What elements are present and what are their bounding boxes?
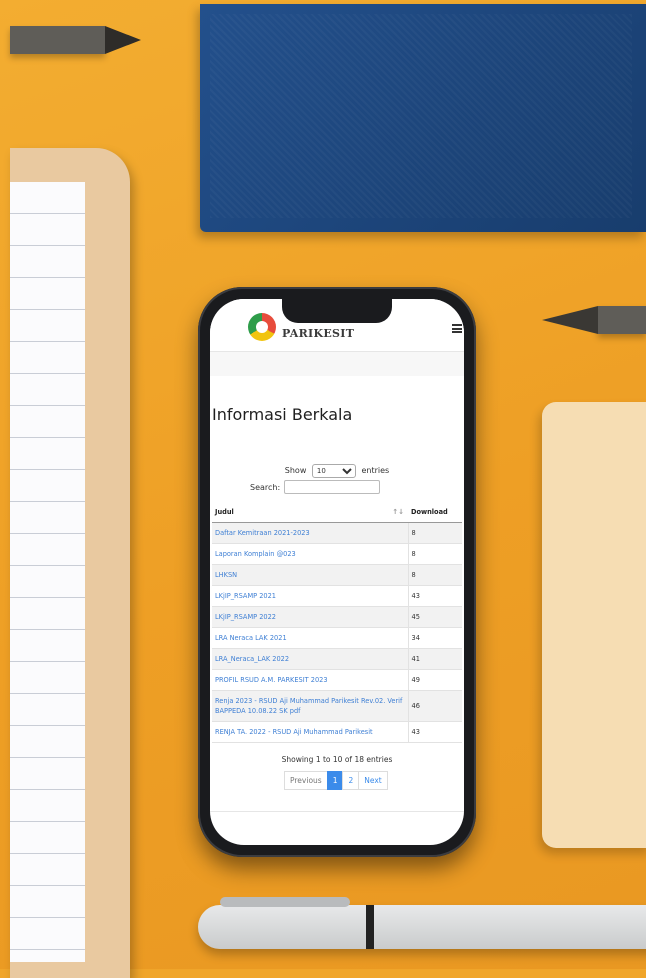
table-length-control: Show 10 entries <box>210 464 464 478</box>
table-row: LRA Neraca LAK 2021 34 <box>212 627 462 649</box>
next-button[interactable]: Next <box>358 771 388 790</box>
document-link[interactable]: Laporan Komplain @023 <box>212 543 409 565</box>
download-count: 45 <box>408 606 462 628</box>
lined-paper <box>10 182 85 962</box>
previous-button[interactable]: Previous <box>284 771 328 790</box>
download-count: 46 <box>408 690 462 722</box>
notepad <box>542 402 646 848</box>
table-row: PROFIL RSUD A.M. PARKESIT 2023 49 <box>212 669 462 691</box>
document-link[interactable]: LKjIP_RSAMP 2022 <box>212 606 409 628</box>
download-count: 43 <box>408 721 462 743</box>
column-header-download[interactable]: Download <box>408 502 462 523</box>
document-link[interactable]: LRA Neraca LAK 2021 <box>212 627 409 649</box>
pencil-top-left <box>10 26 141 54</box>
download-count: 8 <box>408 522 462 544</box>
document-link[interactable]: Daftar Kemitraan 2021-2023 <box>212 522 409 544</box>
phone-notch <box>282 299 392 323</box>
smartphone: PARIKESIT Informasi Berkala Show 10 entr… <box>198 287 476 857</box>
documents-table: Judul ↑↓ Download Daftar Kemitraan 2021-… <box>212 502 462 743</box>
entries-label: entries <box>361 466 390 475</box>
page-1-button[interactable]: 1 <box>326 771 344 790</box>
pen <box>198 897 646 949</box>
hamburger-menu-icon[interactable] <box>452 324 462 333</box>
table-row: Renja 2023 - RSUD Aji Muhammad Parikesit… <box>212 690 462 722</box>
logo-text[interactable]: PARIKESIT <box>282 327 354 340</box>
download-count: 41 <box>408 648 462 670</box>
document-link[interactable]: RENJA TA. 2022 - RSUD Aji Muhammad Parik… <box>212 721 409 743</box>
search-label: Search: <box>250 482 281 492</box>
pencil-right <box>542 306 646 334</box>
entries-select[interactable]: 10 <box>311 464 356 478</box>
table-row: LKjIP_RSAMP 2021 43 <box>212 585 462 607</box>
document-link[interactable]: Renja 2023 - RSUD Aji Muhammad Parikesit… <box>212 690 409 722</box>
table-row: Daftar Kemitraan 2021-2023 8 <box>212 522 462 544</box>
phone-screen: PARIKESIT Informasi Berkala Show 10 entr… <box>210 299 464 845</box>
document-link[interactable]: LKjIP_RSAMP 2021 <box>212 585 409 607</box>
page-title: Informasi Berkala <box>212 405 353 424</box>
column-header-judul-label: Judul <box>215 508 234 516</box>
column-header-judul[interactable]: Judul ↑↓ <box>212 502 408 523</box>
download-count: 8 <box>408 543 462 565</box>
table-header-row: Judul ↑↓ Download <box>212 502 462 523</box>
table-row: RENJA TA. 2022 - RSUD Aji Muhammad Parik… <box>212 721 462 743</box>
pagination: Previous 1 2 Next <box>284 771 388 790</box>
table-info: Showing 1 to 10 of 18 entries <box>281 755 393 764</box>
document-link[interactable]: LHKSN <box>212 564 409 586</box>
document-link[interactable]: PROFIL RSUD A.M. PARKESIT 2023 <box>212 669 409 691</box>
table-row: LHKSN 8 <box>212 564 462 586</box>
table-row: LKjIP_RSAMP 2022 45 <box>212 606 462 628</box>
search-input[interactable] <box>284 480 381 494</box>
sort-arrow-icon: ↑↓ <box>392 508 404 516</box>
hospital-logo-icon[interactable] <box>248 313 276 341</box>
table-row: LRA_Neraca_LAK 2022 41 <box>212 648 462 670</box>
table-search-control: Search: <box>250 480 381 494</box>
download-count: 43 <box>408 585 462 607</box>
show-label: Show <box>284 466 307 475</box>
header-divider-band <box>210 352 464 376</box>
blue-book <box>200 4 646 232</box>
download-count: 49 <box>408 669 462 691</box>
download-count: 8 <box>408 564 462 586</box>
footer-divider <box>210 811 464 812</box>
document-link[interactable]: LRA_Neraca_LAK 2022 <box>212 648 409 670</box>
page-2-button[interactable]: 2 <box>342 771 360 790</box>
table-row: Laporan Komplain @023 8 <box>212 543 462 565</box>
download-count: 34 <box>408 627 462 649</box>
